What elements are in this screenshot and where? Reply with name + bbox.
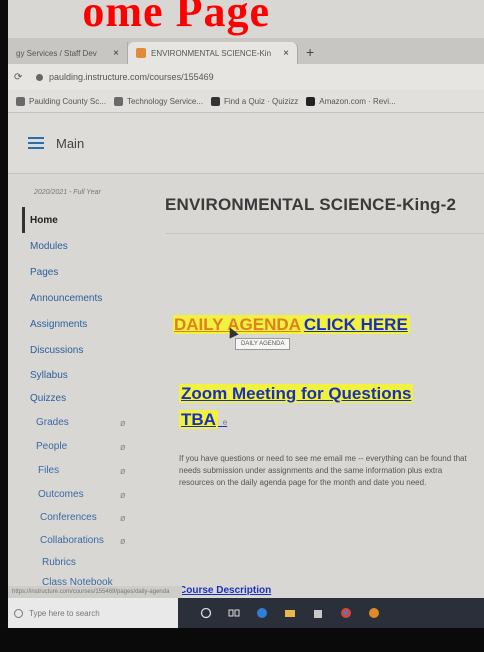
bezel: [0, 628, 484, 652]
nav-quizzes[interactable]: Quizzes: [30, 393, 66, 404]
file-explorer-icon[interactable]: [284, 607, 296, 619]
eye-icon: ø: [120, 513, 126, 523]
bookmark-icon: [210, 96, 220, 106]
status-bar: https://instructure.com/courses/155469/p…: [8, 586, 182, 598]
address-bar[interactable]: ⟳ paulding.instructure.com/courses/15546…: [8, 64, 484, 90]
search-icon: [14, 608, 23, 618]
bookmark-item[interactable]: Find a Quiz · Quizizz: [210, 96, 298, 106]
task-view-icon[interactable]: [228, 607, 240, 619]
instructions-text: If you have questions or need to see me …: [179, 454, 467, 487]
link-tooltip: DAILY AGENDA: [235, 338, 291, 350]
nav-assignments[interactable]: Assignments: [30, 319, 87, 330]
cortana-icon[interactable]: [200, 607, 212, 619]
nav-outcomes[interactable]: Outcomes: [38, 489, 84, 500]
tab-label: ENVIRONMENTAL SCIENCE-Kin: [151, 48, 272, 58]
reload-icon[interactable]: ⟳: [14, 72, 36, 83]
page-content: ENVIRONMENTAL SCIENCE-King-2 DAILY AGEND…: [153, 175, 484, 596]
app-icon[interactable]: [368, 607, 380, 619]
bookmark-item[interactable]: Amazon.com · Revi...: [306, 96, 396, 106]
zoom-line-1[interactable]: Zoom Meeting for Questions: [179, 384, 414, 403]
overlay-title: ome Page: [82, 0, 270, 36]
taskbar: Type here to search: [8, 598, 484, 628]
tab-label: gy Services / Staff Dev: [16, 48, 97, 58]
nav-people[interactable]: People: [36, 441, 67, 452]
tab-bar: gy Services / Staff Dev × ENVIRONMENTAL …: [8, 38, 484, 64]
bookmarks-bar: Paulding County Sc... Technology Service…: [8, 90, 484, 113]
close-icon[interactable]: ×: [283, 48, 289, 59]
favicon-icon: [136, 48, 146, 58]
lock-icon: [36, 73, 43, 81]
page-title: ENVIRONMENTAL SCIENCE-King-2: [165, 195, 457, 214]
hamburger-menu-icon[interactable]: [28, 137, 44, 149]
nav-syllabus[interactable]: Syllabus: [30, 370, 68, 381]
course-nav: 2020/2021 - Full Year Home Modules Pages…: [8, 175, 148, 595]
bookmark-item[interactable]: Technology Service...: [113, 96, 203, 106]
nav-discussions[interactable]: Discussions: [30, 345, 83, 356]
zoom-suffix: e: [222, 418, 228, 427]
nav-modules[interactable]: Modules: [30, 241, 68, 252]
nav-collaborations[interactable]: Collaborations: [40, 535, 104, 546]
search-placeholder: Type here to search: [29, 608, 100, 618]
taskbar-icons: [200, 607, 380, 619]
new-tab-button[interactable]: +: [298, 44, 322, 64]
eye-icon: ø: [120, 536, 126, 546]
eye-icon: ø: [120, 466, 126, 476]
store-icon[interactable]: [312, 607, 324, 619]
active-indicator: [22, 207, 25, 233]
amazon-icon: [306, 96, 316, 106]
daily-agenda-link[interactable]: DAILY AGENDA CLICK HERE: [173, 315, 410, 335]
eye-icon: ø: [120, 418, 126, 428]
agenda-link-part2[interactable]: CLICK HERE: [301, 315, 410, 334]
bookmark-item[interactable]: Paulding County Sc...: [16, 96, 106, 106]
chrome-icon[interactable]: [340, 607, 352, 619]
bookmark-icon: [16, 96, 25, 106]
nav-home[interactable]: Home: [30, 215, 58, 226]
screen: gy Services / Staff Dev × ENVIRONMENTAL …: [8, 0, 484, 628]
nav-grades[interactable]: Grades: [36, 417, 69, 428]
zoom-meeting-link[interactable]: Zoom Meeting for Questions TBA e: [179, 381, 414, 436]
close-icon[interactable]: ×: [113, 48, 119, 59]
term-label: 2020/2021 - Full Year: [34, 189, 101, 196]
zoom-line-2[interactable]: TBA: [179, 410, 218, 429]
canvas-header: Main: [8, 113, 484, 174]
tab-environmental-science[interactable]: ENVIRONMENTAL SCIENCE-Kin ×: [128, 42, 298, 64]
bookmark-icon: [113, 96, 123, 106]
nav-conferences[interactable]: Conferences: [40, 512, 97, 523]
edge-icon[interactable]: [256, 607, 268, 619]
taskbar-search[interactable]: Type here to search: [8, 598, 178, 628]
eye-icon: ø: [120, 442, 126, 452]
nav-rubrics[interactable]: Rubrics: [42, 557, 76, 568]
nav-announcements[interactable]: Announcements: [30, 293, 102, 304]
nav-files[interactable]: Files: [38, 465, 59, 476]
breadcrumb-main[interactable]: Main: [56, 136, 84, 151]
divider: [165, 233, 484, 234]
course-description-link[interactable]: Course Description: [179, 585, 271, 596]
tab-staff-dev[interactable]: gy Services / Staff Dev ×: [8, 42, 128, 64]
nav-pages[interactable]: Pages: [30, 267, 58, 278]
url-text[interactable]: paulding.instructure.com/courses/155469: [49, 72, 214, 82]
eye-icon: ø: [120, 490, 126, 500]
